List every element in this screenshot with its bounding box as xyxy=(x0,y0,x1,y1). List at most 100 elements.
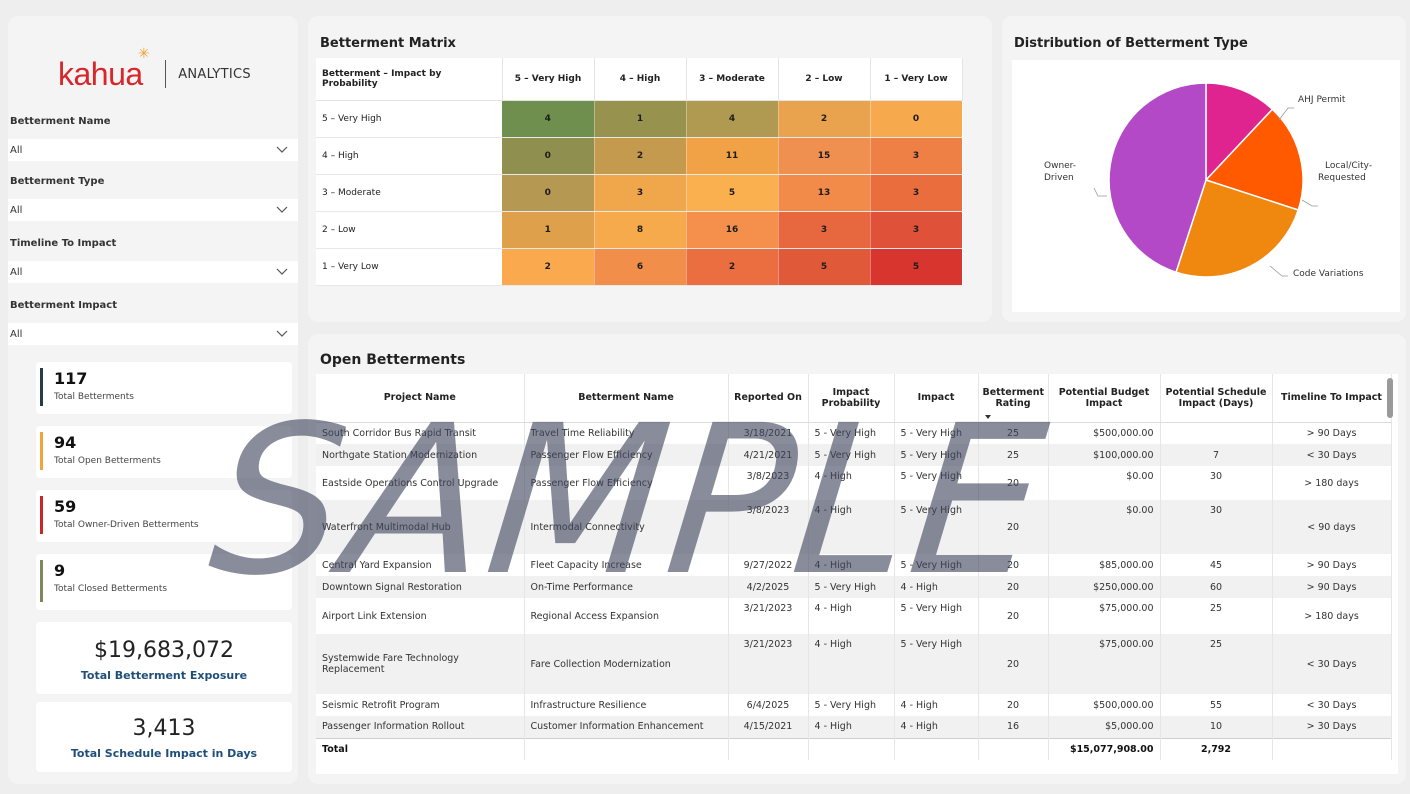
matrix-row: 4 – High 0 2 11 15 3 xyxy=(316,137,963,175)
matrix-cell[interactable]: 3 xyxy=(870,211,963,249)
open-betterments-table-container[interactable]: Project Name Betterment Name Reported On… xyxy=(316,374,1398,774)
column-header-impact-probability[interactable]: Impact Probability xyxy=(808,374,895,423)
table-row[interactable]: Airport Link Extension Regional Access Ex… xyxy=(316,598,1392,634)
cell-budget-impact: $250,000.00 xyxy=(1048,576,1161,598)
cell-reported-on: 4/21/2021 xyxy=(728,444,809,466)
matrix-cell[interactable]: 3 xyxy=(594,174,687,212)
pie-label-local-city-1: Local/City- xyxy=(1325,161,1372,171)
kpi-total-exposure: $19,683,072 Total Betterment Exposure xyxy=(36,622,292,694)
matrix-row-label: 4 – High xyxy=(316,137,502,175)
column-header-betterment-rating[interactable]: Betterment Rating xyxy=(978,374,1049,423)
column-header-timeline[interactable]: Timeline To Impact xyxy=(1272,374,1392,423)
kpi-label: Total Open Betterments xyxy=(54,456,161,466)
betterment-type-dropdown[interactable]: All xyxy=(8,199,298,221)
cell-timeline: > 180 days xyxy=(1272,598,1392,634)
matrix-cell[interactable]: 3 xyxy=(778,211,871,249)
column-header-schedule-impact[interactable]: Potential Schedule Impact (Days) xyxy=(1160,374,1273,423)
cell-reported-on: 4/15/2021 xyxy=(728,716,809,738)
logo-wordmark: kahua xyxy=(58,55,143,92)
kpi-label: Total Closed Betterments xyxy=(54,584,168,594)
column-header-budget-impact[interactable]: Potential Budget Impact xyxy=(1048,374,1161,423)
local-city-leader-line xyxy=(1301,199,1318,207)
cell-impact-probability: 4 - High xyxy=(808,716,895,738)
table-row[interactable]: Seismic Retrofit Program Infrastructure R… xyxy=(316,694,1392,716)
column-header-project-name[interactable]: Project Name xyxy=(316,374,525,423)
matrix-cell[interactable]: 2 xyxy=(502,248,595,286)
column-header-betterment-name[interactable]: Betterment Name xyxy=(524,374,729,423)
total-empty-cell xyxy=(1272,737,1392,760)
kpi-label: Total Owner-Driven Betterments xyxy=(54,520,199,530)
table-row[interactable]: Systemwide Fare Technology Replacement Fa… xyxy=(316,634,1392,694)
matrix-cell[interactable]: 6 xyxy=(594,248,687,286)
owner-driven-leader-line xyxy=(1093,187,1107,197)
slicer-timeline-to-impact: Timeline To Impact All xyxy=(8,238,298,283)
betterment-name-dropdown[interactable]: All xyxy=(8,139,298,161)
table-row[interactable]: South Corridor Bus Rapid Transit Travel T… xyxy=(316,422,1392,444)
pie-label-ahj-permit: AHJ Permit xyxy=(1298,95,1346,105)
slicer-label: Betterment Type xyxy=(10,176,105,187)
table-row[interactable]: Eastside Operations Control Upgrade Passe… xyxy=(316,466,1392,500)
matrix-cell[interactable]: 1 xyxy=(594,100,687,138)
betterment-matrix-panel: Betterment Matrix Betterment – Impact by… xyxy=(308,16,992,322)
cell-schedule-impact: 25 xyxy=(1160,634,1273,694)
total-schedule-impact: 2,792 xyxy=(1160,737,1273,760)
matrix-cell[interactable]: 4 xyxy=(686,100,779,138)
logo-product-name: ANALYTICS xyxy=(178,66,251,82)
matrix-cell[interactable]: 16 xyxy=(686,211,779,249)
cell-timeline: > 90 Days xyxy=(1272,422,1392,444)
betterment-impact-dropdown[interactable]: All xyxy=(8,323,298,345)
cell-impact-probability: 4 - High xyxy=(808,500,895,554)
cell-project-name: South Corridor Bus Rapid Transit xyxy=(316,422,525,444)
matrix-cell[interactable]: 5 xyxy=(870,248,963,286)
cell-impact-probability: 4 - High xyxy=(808,466,895,500)
matrix-cell[interactable]: 0 xyxy=(870,100,963,138)
matrix-cell[interactable]: 2 xyxy=(686,248,779,286)
matrix-cell[interactable]: 13 xyxy=(778,174,871,212)
cell-impact: 5 - Very High xyxy=(894,554,979,576)
cell-project-name: Passenger Information Rollout xyxy=(316,716,525,738)
slicer-label: Timeline To Impact xyxy=(10,238,117,249)
matrix-cell[interactable]: 1 xyxy=(502,211,595,249)
matrix-cell[interactable]: 5 xyxy=(686,174,779,212)
column-header-reported-on[interactable]: Reported On xyxy=(728,374,809,423)
matrix-cell[interactable]: 0 xyxy=(502,137,595,175)
matrix-column-header[interactable]: 4 – High xyxy=(594,58,687,101)
matrix-cell[interactable]: 5 xyxy=(778,248,871,286)
cell-impact: 5 - Very High xyxy=(894,598,979,634)
cell-impact-probability: 4 - High xyxy=(808,634,895,694)
matrix-cell[interactable]: 2 xyxy=(778,100,871,138)
table-row[interactable]: Central Yard Expansion Fleet Capacity Inc… xyxy=(316,554,1392,576)
matrix-cell[interactable]: 0 xyxy=(502,174,595,212)
slicer-betterment-impact: Betterment Impact All xyxy=(8,300,298,345)
table-row[interactable]: Passenger Information Rollout Customer In… xyxy=(316,716,1392,738)
table-row[interactable]: Northgate Station Modernization Passenger… xyxy=(316,444,1392,466)
total-empty-cell xyxy=(894,737,979,760)
matrix-row-label: 3 – Moderate xyxy=(316,174,502,212)
cell-betterment-name: Infrastructure Resilience xyxy=(524,694,729,716)
table-row[interactable]: Waterfront Multimodal Hub Intermodal Conn… xyxy=(316,500,1392,554)
cell-betterment-rating: 20 xyxy=(978,500,1049,554)
table-row[interactable]: Downtown Signal Restoration On-Time Perfo… xyxy=(316,576,1392,598)
cell-betterment-rating: 20 xyxy=(978,694,1049,716)
matrix-row: 5 – Very High 4 1 4 2 0 xyxy=(316,100,963,138)
matrix-cell[interactable]: 2 xyxy=(594,137,687,175)
matrix-column-header[interactable]: 2 – Low xyxy=(778,58,871,101)
column-header-impact[interactable]: Impact xyxy=(894,374,979,423)
matrix-cell[interactable]: 15 xyxy=(778,137,871,175)
cell-reported-on: 4/2/2025 xyxy=(728,576,809,598)
matrix-column-header[interactable]: 3 – Moderate xyxy=(686,58,779,101)
matrix-cell[interactable]: 3 xyxy=(870,174,963,212)
timeline-dropdown[interactable]: All xyxy=(8,261,298,283)
cell-timeline: > 180 days xyxy=(1272,466,1392,500)
table-scrollbar[interactable] xyxy=(1387,378,1393,418)
matrix-cell[interactable]: 11 xyxy=(686,137,779,175)
cell-impact-probability: 4 - High xyxy=(808,598,895,634)
matrix-column-header[interactable]: 5 – Very High xyxy=(502,58,595,101)
kpi-big-label: Total Betterment Exposure xyxy=(80,669,248,682)
matrix-cell[interactable]: 4 xyxy=(502,100,595,138)
matrix-row-label: 2 – Low xyxy=(316,211,502,249)
matrix-cell[interactable]: 8 xyxy=(594,211,687,249)
matrix-column-header[interactable]: 1 – Very Low xyxy=(870,58,963,101)
matrix-cell[interactable]: 3 xyxy=(870,137,963,175)
dropdown-value: All xyxy=(10,328,23,340)
